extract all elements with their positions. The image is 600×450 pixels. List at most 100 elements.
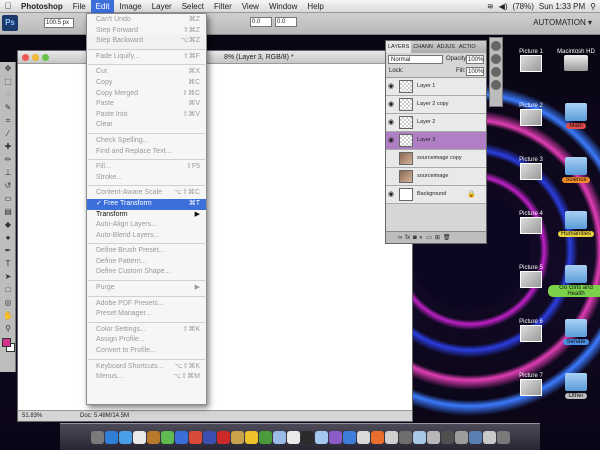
gradient-tool-icon[interactable]: ▤ (1, 206, 15, 218)
dock-app-icon[interactable] (454, 430, 468, 444)
dock-app-icon[interactable] (160, 430, 174, 444)
volume-icon[interactable]: ◀) (499, 0, 508, 13)
menu-image[interactable]: Image (114, 0, 146, 13)
pen-tool-icon[interactable]: ✒ (1, 245, 15, 257)
width-field[interactable]: 100.5 px (44, 18, 74, 28)
eye-icon[interactable]: ◉ (388, 100, 396, 108)
layer-row[interactable]: ◉ Layer 3 (386, 132, 486, 150)
tab-channels[interactable]: CHANN (411, 41, 435, 53)
dock-app-icon[interactable] (174, 430, 188, 444)
blend-mode-select[interactable]: Normal (388, 55, 443, 64)
menu-item-define-custom-shape[interactable]: Define Custom Shape... (87, 267, 206, 278)
eye-icon[interactable]: ◉ (388, 136, 396, 144)
menu-item-content-aware-scale[interactable]: Content-Aware Scale ⌥⇧⌘C (87, 188, 206, 199)
desktop-icon[interactable]: Science (548, 157, 600, 183)
menu-item-step-backward[interactable]: Step Backward ⌥⌘Z (87, 36, 206, 47)
desktop-icon[interactable]: Humanities (548, 211, 600, 237)
swatches-panel-icon[interactable] (491, 54, 501, 64)
dock-app-icon[interactable] (328, 430, 342, 444)
menu-item-menus[interactable]: Menus... ⌥⇧⌘M (87, 372, 206, 383)
menu-item-fade-liquify[interactable]: Fade Liquify... ⇧⌘F (87, 52, 206, 63)
dock-app-icon[interactable] (370, 430, 384, 444)
path-select-icon[interactable]: ➤ (1, 271, 15, 283)
history-brush-icon[interactable]: ↺ (1, 180, 15, 192)
eye-icon[interactable]: ◉ (388, 118, 396, 126)
menu-item-fill[interactable]: Fill... ⇧F5 (87, 162, 206, 173)
zoom-level[interactable]: 51.83% (22, 411, 42, 422)
menu-item-cut[interactable]: Cut ⌘X (87, 67, 206, 78)
quick-select-tool-icon[interactable]: ✎ (1, 102, 15, 114)
desktop-icon[interactable]: Go Girls and Health (548, 265, 600, 297)
dock-app-icon[interactable] (258, 430, 272, 444)
menu-item-auto-align-layers[interactable]: Auto-Align Layers... (87, 220, 206, 231)
dock-app-icon[interactable] (244, 430, 258, 444)
blur-tool-icon[interactable]: ◆ (1, 219, 15, 231)
menu-item-check-spelling[interactable]: Check Spelling... (87, 136, 206, 147)
shape-tool-icon[interactable]: □ (1, 284, 15, 296)
menu-item-adobe-pdf-presets[interactable]: Adobe PDF Presets... (87, 299, 206, 310)
menu-window[interactable]: Window (264, 0, 302, 13)
dock-app-icon[interactable] (496, 430, 510, 444)
layer-row[interactable]: ◉ Layer 2 copy (386, 96, 486, 114)
doc-size[interactable]: Doc: 5.48M/14.5M (80, 411, 129, 422)
marquee-tool-icon[interactable]: ⬚ (1, 76, 15, 88)
zoom-icon[interactable] (42, 54, 49, 61)
desktop-icon[interactable]: Math (548, 103, 600, 129)
minimize-icon[interactable] (32, 54, 39, 61)
menu-item-auto-blend-layers[interactable]: Auto-Blend Layers... (87, 231, 206, 242)
wifi-icon[interactable]: ≋ (487, 0, 494, 13)
desktop-icon[interactable]: Macintosh HD (548, 49, 600, 73)
menu-photoshop[interactable]: Photoshop (16, 0, 68, 13)
menu-view[interactable]: View (237, 0, 264, 13)
lasso-tool-icon[interactable]: ◌ (1, 89, 15, 101)
dock-app-icon[interactable] (104, 430, 118, 444)
menu-item-keyboard-shortcuts[interactable]: Keyboard Shortcuts... ⌥⇧⌘K (87, 362, 206, 373)
dock-app-icon[interactable] (202, 430, 216, 444)
move-tool-icon[interactable]: ✥ (1, 63, 15, 75)
menu-item-convert-to-profile[interactable]: Convert to Profile... (87, 346, 206, 357)
close-icon[interactable] (22, 54, 29, 61)
layer-row[interactable]: ◉ Layer 1 (386, 78, 486, 96)
menu-item-can-t-undo[interactable]: Can't Undo ⌘Z (87, 15, 206, 26)
fill-input[interactable]: 100% (466, 67, 484, 76)
menu-layer[interactable]: Layer (147, 0, 177, 13)
layer-row[interactable]: ◉ Layer 2 (386, 114, 486, 132)
dock-app-icon[interactable] (398, 430, 412, 444)
menu-item-transform[interactable]: Transform ▶ (87, 210, 206, 221)
menu-select[interactable]: Select (177, 0, 209, 13)
eraser-tool-icon[interactable]: ▭ (1, 193, 15, 205)
menu-item-find-and-replace-text[interactable]: Find and Replace Text... (87, 147, 206, 158)
mask-icon[interactable]: ◙ (413, 235, 417, 241)
dock-app-icon[interactable] (426, 430, 440, 444)
crop-tool-icon[interactable]: ⌗ (1, 115, 15, 127)
layer-row[interactable]: sourceimage copy (386, 150, 486, 168)
dock-app-icon[interactable] (188, 430, 202, 444)
adjustment-icon[interactable]: ◐ (420, 235, 424, 241)
dodge-tool-icon[interactable]: ● (1, 232, 15, 244)
link-icon[interactable]: ∞ (398, 235, 402, 241)
dock-app-icon[interactable] (272, 430, 286, 444)
dock-app-icon[interactable] (342, 430, 356, 444)
dock-app-icon[interactable] (356, 430, 370, 444)
layer-row[interactable]: sourceimage (386, 168, 486, 186)
menu-item-copy-merged[interactable]: Copy Merged ⇧⌘C (87, 89, 206, 100)
menu-filter[interactable]: Filter (209, 0, 237, 13)
dock-app-icon[interactable] (90, 430, 104, 444)
dock-app-icon[interactable] (216, 430, 230, 444)
brush-tool-icon[interactable]: ✏ (1, 154, 15, 166)
dock-app-icon[interactable] (286, 430, 300, 444)
menu-item-clear[interactable]: Clear (87, 120, 206, 131)
dock-app-icon[interactable] (146, 430, 160, 444)
dock-app-icon[interactable] (300, 430, 314, 444)
dock-app-icon[interactable] (412, 430, 426, 444)
menu-item-copy[interactable]: Copy ⌘C (87, 78, 206, 89)
menu-item-assign-profile[interactable]: Assign Profile... (87, 335, 206, 346)
menu-item-stroke[interactable]: Stroke... (87, 173, 206, 184)
tab-adjustments[interactable]: ADJUS (435, 41, 457, 53)
menu-file[interactable]: File (68, 0, 91, 13)
menu-edit[interactable]: Edit (90, 0, 115, 13)
menu-item-step-forward[interactable]: Step Forward ⇧⌘Z (87, 26, 206, 37)
dock-app-icon[interactable] (118, 430, 132, 444)
menu-item-define-brush-preset[interactable]: Define Brush Preset... (87, 246, 206, 257)
menu-item-define-pattern[interactable]: Define Pattern... (87, 257, 206, 268)
